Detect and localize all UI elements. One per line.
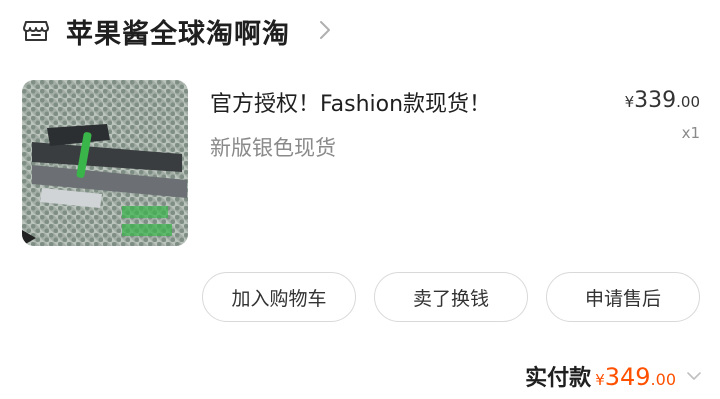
product-photo-graphic xyxy=(22,80,188,246)
after-sales-button[interactable]: 申请售后 xyxy=(546,272,700,322)
payment-currency: ¥ xyxy=(595,371,605,389)
price-decimal: .00 xyxy=(676,93,700,111)
shop-name[interactable]: 苹果酱全球淘啊淘 xyxy=(66,12,290,51)
chevron-right-icon[interactable] xyxy=(318,18,332,42)
payment-label: 实付款 xyxy=(525,366,592,391)
payment-decimal: .00 xyxy=(650,370,676,389)
product-sku: 新版银色现货 xyxy=(210,136,336,160)
payment-integer: 349 xyxy=(604,363,651,391)
payment-total[interactable]: 实付款 ¥ 349 .00 xyxy=(525,360,702,392)
price-integer: 339 xyxy=(634,88,677,113)
product-thumbnail[interactable] xyxy=(22,80,188,246)
item-price: ¥339.00 xyxy=(625,88,700,113)
price-currency: ¥ xyxy=(624,93,635,111)
chevron-down-icon[interactable] xyxy=(686,371,702,381)
product-title[interactable]: 官方授权！Fashion款现货！ xyxy=(210,86,491,118)
resell-button[interactable]: 卖了换钱 xyxy=(374,272,528,322)
item-quantity: x1 xyxy=(681,124,700,142)
add-to-cart-button[interactable]: 加入购物车 xyxy=(202,272,356,322)
store-icon xyxy=(23,21,49,41)
shop-header[interactable]: 苹果酱全球淘啊淘 xyxy=(0,0,720,60)
